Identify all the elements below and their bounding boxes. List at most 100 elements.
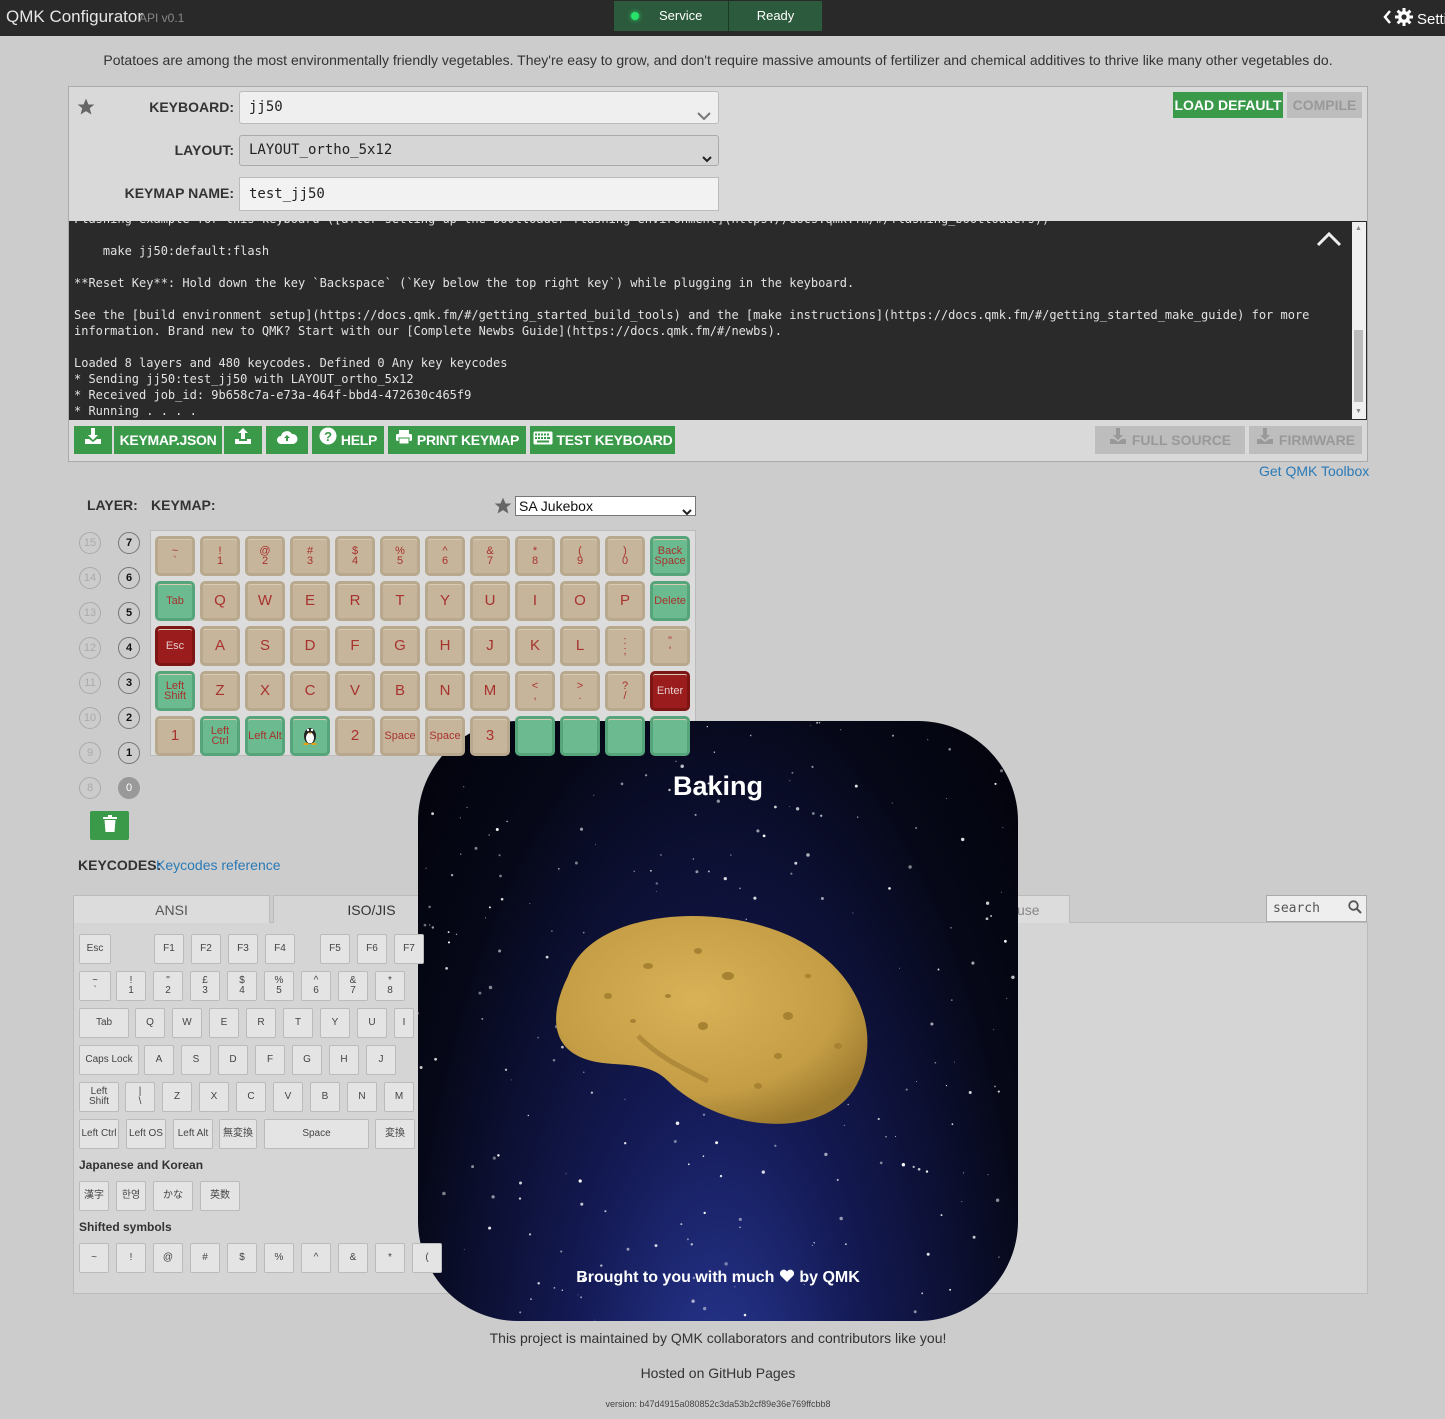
- layer-button-3[interactable]: 3: [118, 672, 140, 694]
- layer-button-13[interactable]: 13: [79, 602, 101, 624]
- keycode-key[interactable]: 漢字: [79, 1181, 109, 1211]
- keymap-key[interactable]: Esc: [155, 626, 195, 666]
- keymap-key[interactable]: <,: [515, 671, 555, 711]
- tab-ansi[interactable]: ANSI: [73, 895, 270, 923]
- keymap-key[interactable]: Q: [200, 581, 240, 621]
- keycode-key[interactable]: %: [264, 1243, 294, 1273]
- keymap-key[interactable]: Left Shift: [155, 671, 195, 711]
- keycode-key[interactable]: F: [255, 1045, 285, 1075]
- keymap-key[interactable]: 3: [470, 716, 510, 756]
- keycode-key[interactable]: ^ 6: [301, 971, 331, 1001]
- keycode-key[interactable]: $4: [227, 971, 257, 1001]
- keycode-key[interactable]: ! 1: [116, 971, 146, 1001]
- keymap-key[interactable]: [650, 716, 690, 756]
- get-qmk-toolbox-link[interactable]: Get QMK Toolbox: [1259, 463, 1369, 479]
- keycode-key[interactable]: N: [347, 1082, 377, 1112]
- keycode-key[interactable]: W: [172, 1008, 202, 1038]
- keycode-key[interactable]: & 7: [338, 971, 368, 1001]
- keycode-key[interactable]: U: [357, 1008, 387, 1038]
- keymap-key[interactable]: W: [245, 581, 285, 621]
- keycode-key[interactable]: £3: [190, 971, 220, 1001]
- keymap-key[interactable]: G: [380, 626, 420, 666]
- keycode-key[interactable]: Y: [320, 1008, 350, 1038]
- test-keyboard-button[interactable]: TEST KEYBOARD: [530, 426, 675, 454]
- keycode-key[interactable]: F6: [357, 934, 387, 964]
- keymap-name-input[interactable]: test_jj50: [239, 177, 719, 211]
- keymap-key[interactable]: @2: [245, 536, 285, 576]
- keycode-key[interactable]: " 2: [153, 971, 183, 1001]
- keymap-key[interactable]: Enter: [650, 671, 690, 711]
- keymap-key[interactable]: T: [380, 581, 420, 621]
- keymap-key[interactable]: P: [605, 581, 645, 621]
- keymap-key[interactable]: O: [560, 581, 600, 621]
- keycode-key[interactable]: H: [329, 1045, 359, 1075]
- keycode-key[interactable]: Q: [135, 1008, 165, 1038]
- keycode-key[interactable]: B: [310, 1082, 340, 1112]
- keycode-key[interactable]: ~: [79, 1243, 109, 1273]
- keycode-key[interactable]: J: [366, 1045, 396, 1075]
- layer-button-8[interactable]: 8: [79, 777, 101, 799]
- keymap-key[interactable]: #3: [290, 536, 330, 576]
- keycode-key[interactable]: | \: [125, 1082, 155, 1112]
- keycode-key[interactable]: 無変換: [219, 1119, 257, 1149]
- keymap-key[interactable]: E: [290, 581, 330, 621]
- layer-button-15[interactable]: 15: [79, 532, 101, 554]
- console-scrollbar[interactable]: ▲ ▼: [1352, 222, 1366, 419]
- full-source-button[interactable]: FULL SOURCE: [1095, 426, 1245, 454]
- keymap-key[interactable]: Delete: [650, 581, 690, 621]
- help-button[interactable]: ? HELP: [312, 426, 384, 454]
- keycode-key[interactable]: Tab: [79, 1008, 129, 1038]
- keycode-key[interactable]: E: [209, 1008, 239, 1038]
- keymap-key[interactable]: 1: [155, 716, 195, 756]
- keymap-key[interactable]: C: [290, 671, 330, 711]
- layer-button-2[interactable]: 2: [118, 707, 140, 729]
- keycode-key[interactable]: &: [338, 1243, 368, 1273]
- keycode-key[interactable]: T: [283, 1008, 313, 1038]
- keymap-key[interactable]: $4: [335, 536, 375, 576]
- layer-button-0[interactable]: 0: [118, 777, 140, 799]
- keycode-key[interactable]: F2: [191, 934, 221, 964]
- keycodes-reference-link[interactable]: Keycodes reference: [156, 857, 281, 873]
- keymap-key[interactable]: A: [200, 626, 240, 666]
- keymap-key[interactable]: (9: [560, 536, 600, 576]
- keycode-key[interactable]: 変換: [375, 1119, 415, 1149]
- scroll-down-arrow-icon[interactable]: ▼: [1355, 408, 1362, 415]
- keymap-key[interactable]: Y: [425, 581, 465, 621]
- keymap-key[interactable]: [515, 716, 555, 756]
- keycode-key[interactable]: かな: [153, 1181, 193, 1211]
- keycode-key[interactable]: 한영: [116, 1181, 146, 1211]
- keymap-key[interactable]: ? /: [605, 671, 645, 711]
- keymap-key[interactable]: Space: [380, 716, 420, 756]
- keycode-key[interactable]: I: [394, 1008, 414, 1038]
- keycode-key[interactable]: #: [190, 1243, 220, 1273]
- compile-button[interactable]: COMPILE: [1287, 92, 1362, 118]
- console-output[interactable]: Flashing example for this keyboard ([aft…: [69, 221, 1367, 420]
- keymap-key[interactable]: [605, 716, 645, 756]
- firmware-button[interactable]: FIRMWARE: [1249, 426, 1362, 454]
- clear-layer-button[interactable]: [90, 811, 129, 840]
- load-default-button[interactable]: LOAD DEFAULT: [1173, 92, 1283, 118]
- keycode-key[interactable]: M: [384, 1082, 414, 1112]
- keycode-key[interactable]: S: [181, 1045, 211, 1075]
- layer-button-1[interactable]: 1: [118, 742, 140, 764]
- keycode-key[interactable]: Space: [264, 1119, 369, 1149]
- keymap-key[interactable]: Space: [425, 716, 465, 756]
- layer-button-7[interactable]: 7: [118, 532, 140, 554]
- keymap-key[interactable]: U: [470, 581, 510, 621]
- keycode-key[interactable]: % 5: [264, 971, 294, 1001]
- keymap-key[interactable]: [290, 716, 330, 756]
- keycode-key[interactable]: Z: [162, 1082, 192, 1112]
- keycode-key[interactable]: G: [292, 1045, 322, 1075]
- layer-button-4[interactable]: 4: [118, 637, 140, 659]
- layer-button-14[interactable]: 14: [79, 567, 101, 589]
- layer-button-6[interactable]: 6: [118, 567, 140, 589]
- layer-button-12[interactable]: 12: [79, 637, 101, 659]
- keymap-key[interactable]: J: [470, 626, 510, 666]
- keymap-key[interactable]: ! 1: [200, 536, 240, 576]
- keycode-key[interactable]: Left OS: [126, 1119, 166, 1149]
- keycode-key[interactable]: F7: [394, 934, 424, 964]
- keymap-key[interactable]: H: [425, 626, 465, 666]
- keymap-key[interactable]: & 7: [470, 536, 510, 576]
- keycode-key[interactable]: A: [144, 1045, 174, 1075]
- keycode-key[interactable]: Left Ctrl: [79, 1119, 119, 1149]
